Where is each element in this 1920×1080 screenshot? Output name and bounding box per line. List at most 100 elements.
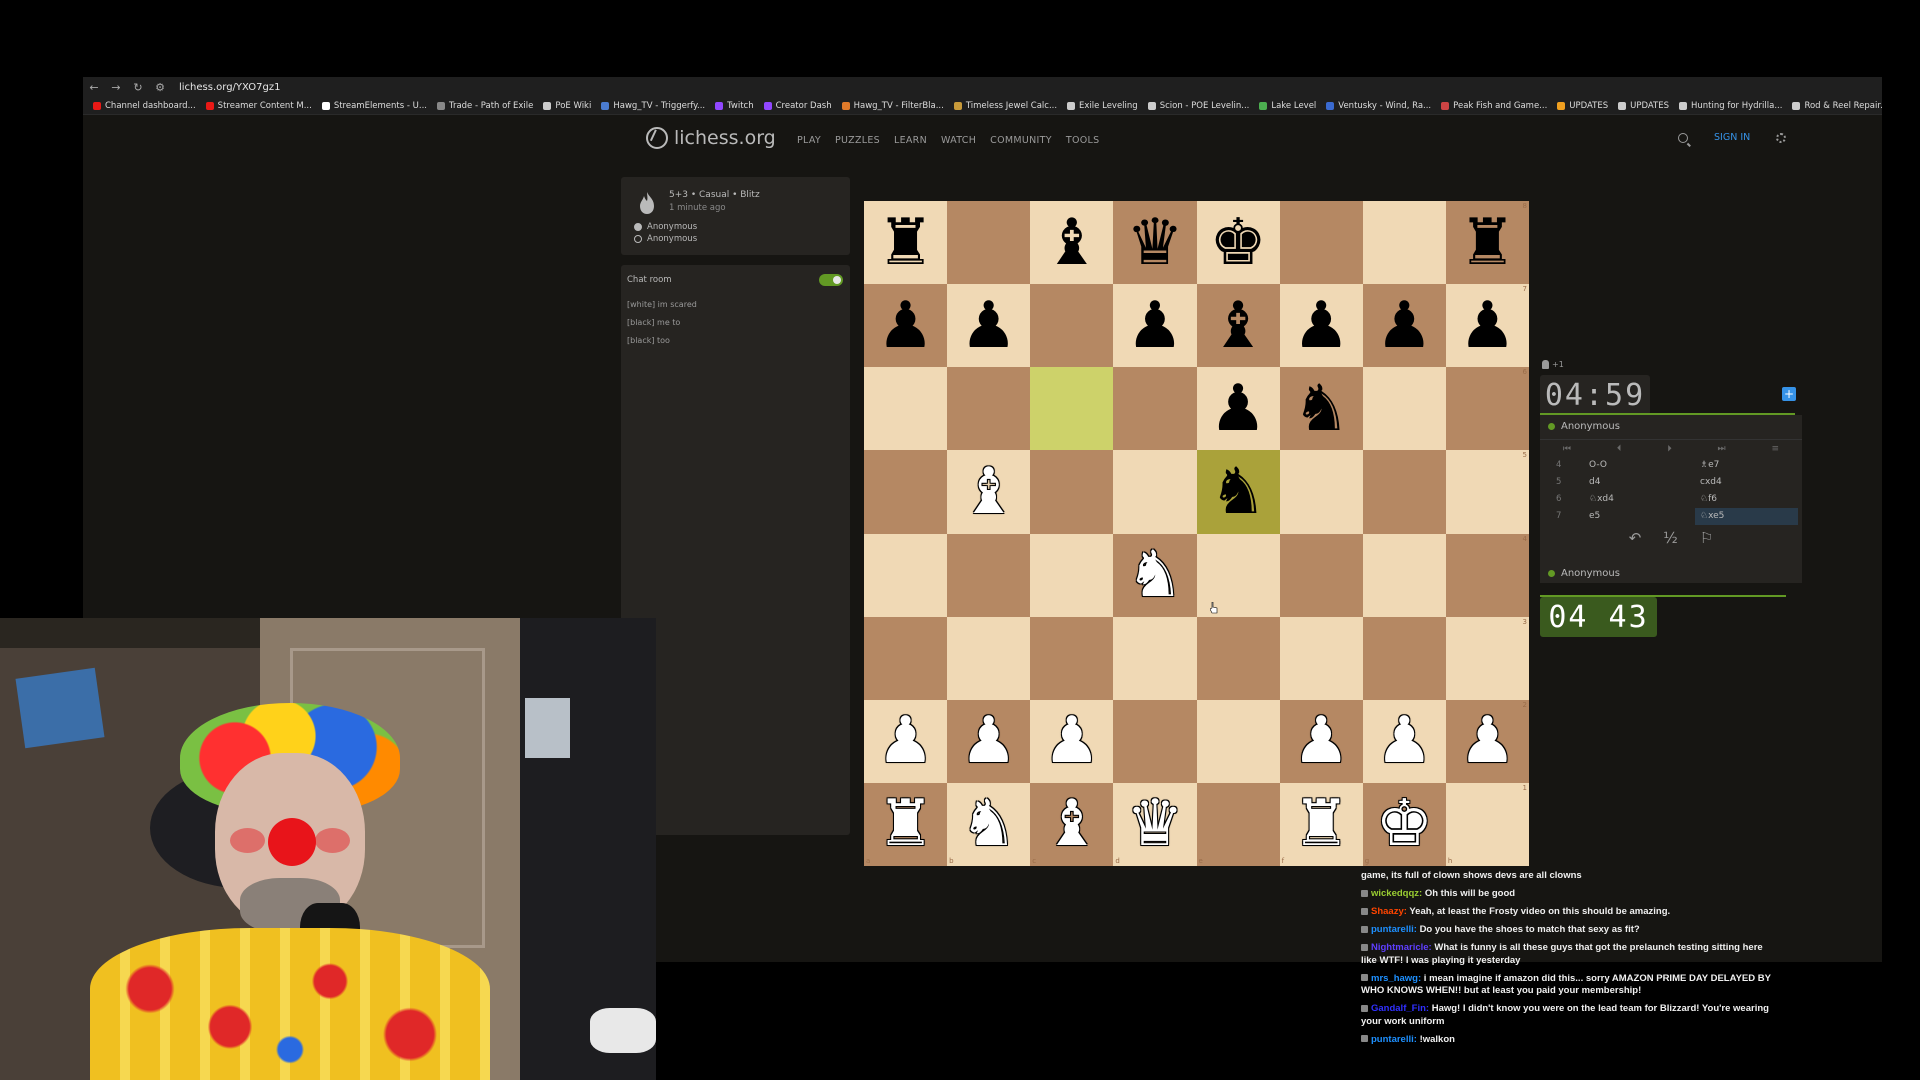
bookmark-item[interactable]: UPDATES	[1557, 101, 1608, 111]
move-black[interactable]: ♗e7	[1700, 460, 1719, 470]
board-square-e1[interactable]: e	[1196, 782, 1280, 866]
board-square-g3[interactable]	[1362, 616, 1446, 700]
black-pawn-icon[interactable]: ♟	[1459, 294, 1516, 358]
board-square-g8[interactable]	[1362, 201, 1446, 285]
board-square-d5[interactable]	[1113, 450, 1197, 534]
board-square-c4[interactable]	[1030, 533, 1114, 617]
opponent-name[interactable]: Anonymous	[1548, 421, 1620, 432]
move-white[interactable]: O-O	[1589, 460, 1607, 470]
white-pawn-icon[interactable]: ♟	[1459, 709, 1516, 773]
chat-username[interactable]: Shaazy:	[1371, 906, 1407, 917]
board-square-f3[interactable]	[1279, 616, 1363, 700]
menu-item-watch[interactable]: WATCH	[941, 135, 976, 146]
white-knight-icon[interactable]: ♞	[1126, 543, 1183, 607]
board-square-d8[interactable]: ♛	[1113, 201, 1197, 285]
board-square-e4[interactable]	[1196, 533, 1280, 617]
black-knight-icon[interactable]: ♞	[1293, 377, 1350, 441]
board-square-c6[interactable]	[1030, 367, 1114, 451]
chat-username[interactable]: Gandalf_Fin:	[1371, 1003, 1429, 1014]
board-square-c8[interactable]: ♝	[1030, 201, 1114, 285]
bookmark-item[interactable]: UPDATES	[1618, 101, 1669, 111]
board-square-d3[interactable]	[1113, 616, 1197, 700]
board-square-f6[interactable]: ♞	[1279, 367, 1363, 451]
bookmark-item[interactable]: Peak Fish and Game...	[1441, 101, 1547, 111]
move-black[interactable]: cxd4	[1700, 477, 1722, 487]
board-square-g5[interactable]	[1362, 450, 1446, 534]
black-pawn-icon[interactable]: ♟	[960, 294, 1017, 358]
board-square-a1[interactable]: ♜ a	[864, 782, 948, 866]
white-king-icon[interactable]: ♚	[1376, 792, 1433, 856]
board-square-f4[interactable]	[1279, 533, 1363, 617]
offer-draw-button[interactable]: ½	[1663, 529, 1678, 547]
black-pawn-icon[interactable]: ♟	[1293, 294, 1350, 358]
board-square-d7[interactable]: ♟	[1113, 284, 1197, 368]
black-king-icon[interactable]: ♚	[1209, 211, 1266, 275]
url-text[interactable]: lichess.org/YXO7gz1	[179, 82, 280, 93]
board-square-f5[interactable]	[1279, 450, 1363, 534]
white-pawn-icon[interactable]: ♟	[1376, 709, 1433, 773]
board-square-d2[interactable]	[1113, 699, 1197, 783]
black-queen-icon[interactable]: ♛	[1126, 211, 1183, 275]
takeback-button[interactable]: ↶	[1629, 529, 1642, 547]
board-square-h5[interactable]: 5	[1445, 450, 1529, 534]
white-pawn-icon[interactable]: ♟	[1293, 709, 1350, 773]
black-rook-icon[interactable]: ♜	[877, 211, 934, 275]
forward-icon[interactable]: →	[105, 81, 127, 94]
board-square-h1[interactable]: 1h	[1445, 782, 1529, 866]
black-pawn-icon[interactable]: ♟	[877, 294, 934, 358]
bookmark-item[interactable]: Streamer Content M...	[205, 101, 312, 111]
board-square-e3[interactable]	[1196, 616, 1280, 700]
chat-toggle[interactable]	[819, 274, 843, 286]
bookmark-item[interactable]: Twitch	[715, 101, 754, 111]
board-square-b4[interactable]	[947, 533, 1031, 617]
bookmark-item[interactable]: Hawg_TV - FilterBla...	[841, 101, 944, 111]
white-rook-icon[interactable]: ♜	[877, 792, 934, 856]
prev-move-icon[interactable]: ⏴	[1617, 444, 1622, 454]
board-square-h4[interactable]: 4	[1445, 533, 1529, 617]
white-pawn-icon[interactable]: ♟	[877, 709, 934, 773]
bookmark-item[interactable]: Trade - Path of Exile	[437, 101, 533, 111]
board-square-a2[interactable]: ♟	[864, 699, 948, 783]
board-square-h3[interactable]: 3	[1445, 616, 1529, 700]
board-square-a4[interactable]	[864, 533, 948, 617]
chat-username[interactable]: puntarelli:	[1371, 1034, 1417, 1045]
move-black[interactable]: ♘xe5	[1695, 508, 1798, 525]
board-square-e6[interactable]: ♟	[1196, 367, 1280, 451]
board-square-f1[interactable]: ♜ f	[1279, 782, 1363, 866]
bookmark-item[interactable]: Ventusky - Wind, Ra...	[1326, 101, 1431, 111]
board-square-e5[interactable]: ♞	[1196, 450, 1280, 534]
gear-icon[interactable]	[1776, 132, 1787, 143]
move-black[interactable]: ♘f6	[1700, 494, 1717, 504]
site-info-icon[interactable]: ⚙	[149, 81, 171, 94]
board-square-h6[interactable]: 6	[1445, 367, 1529, 451]
player-name[interactable]: Anonymous	[1548, 568, 1620, 579]
black-bishop-icon[interactable]: ♝	[1209, 294, 1266, 358]
bookmark-item[interactable]: Exile Leveling	[1067, 101, 1138, 111]
board-square-c1[interactable]: ♝ c	[1030, 782, 1114, 866]
board-square-c5[interactable]	[1030, 450, 1114, 534]
site-logo[interactable]: lichess.org	[646, 127, 776, 149]
black-rook-icon[interactable]: ♜	[1459, 211, 1516, 275]
menu-item-community[interactable]: COMMUNITY	[990, 135, 1052, 146]
menu-item-learn[interactable]: LEARN	[894, 135, 927, 146]
chat-username[interactable]: puntarelli:	[1371, 924, 1417, 935]
chat-username[interactable]: wickedqqz:	[1371, 888, 1422, 899]
board-square-f7[interactable]: ♟	[1279, 284, 1363, 368]
black-pawn-icon[interactable]: ♟	[1126, 294, 1183, 358]
board-square-d4[interactable]: ♞	[1113, 533, 1197, 617]
chat-username[interactable]: mrs_hawg:	[1371, 973, 1421, 984]
board-square-a3[interactable]	[864, 616, 948, 700]
board-square-e7[interactable]: ♝	[1196, 284, 1280, 368]
board-square-g1[interactable]: ♚ g	[1362, 782, 1446, 866]
bookmark-item[interactable]: StreamElements - U...	[321, 101, 427, 111]
board-square-f2[interactable]: ♟	[1279, 699, 1363, 783]
bookmark-item[interactable]: Hunting for Hydrilla...	[1679, 101, 1782, 111]
bookmark-item[interactable]: Rod & Reel Repair...	[1792, 101, 1882, 111]
white-queen-icon[interactable]: ♛	[1126, 792, 1183, 856]
board-square-g7[interactable]: ♟	[1362, 284, 1446, 368]
board-square-f8[interactable]	[1279, 201, 1363, 285]
board-square-d1[interactable]: ♛ d	[1113, 782, 1197, 866]
resign-flag-icon[interactable]: ⚐	[1700, 529, 1713, 547]
bookmark-item[interactable]: PoE Wiki	[543, 101, 591, 111]
move-white[interactable]: ♘xd4	[1589, 494, 1614, 504]
